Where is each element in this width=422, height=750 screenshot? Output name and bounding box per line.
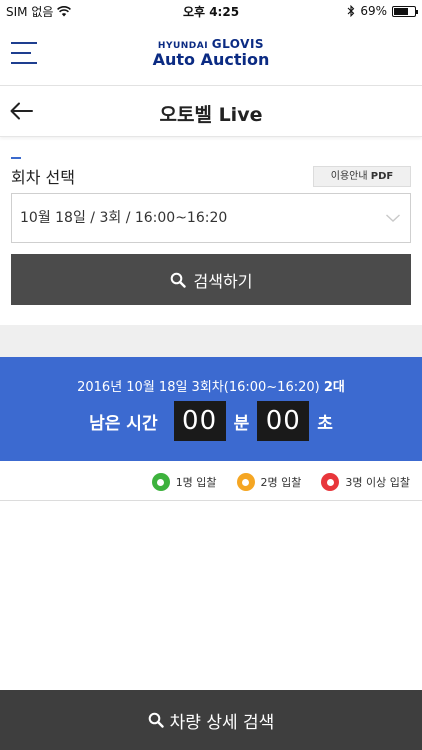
seconds-unit: 초 bbox=[317, 413, 333, 434]
remaining-time-label: 남은 시간 bbox=[89, 413, 158, 434]
logo-top: HYUNDAI GLOVIS bbox=[0, 37, 422, 51]
legend-item-three-plus-bidders: 3명 이상 입찰 bbox=[321, 473, 410, 491]
carrier-text: SIM 없음 bbox=[6, 4, 54, 19]
status-right: 69% bbox=[347, 4, 418, 18]
wifi-icon bbox=[57, 5, 72, 16]
round-dropdown-value: 10월 18일 / 3회 / 16:00~16:20 bbox=[20, 210, 228, 226]
legend-item-two-bidders: 2명 입찰 bbox=[236, 473, 302, 491]
round-select-label: 회차 선택 bbox=[11, 168, 75, 187]
vehicle-detail-search-button[interactable]: 차량 상세 검색 bbox=[0, 690, 422, 750]
legend-label: 2명 입찰 bbox=[260, 476, 302, 489]
minutes-unit: 분 bbox=[233, 413, 250, 434]
battery-icon bbox=[392, 5, 418, 17]
search-icon bbox=[170, 272, 186, 288]
logo-name: GLOVIS bbox=[211, 37, 265, 51]
bluetooth-icon bbox=[347, 5, 355, 17]
guide-pdf-prefix: 이용안내 bbox=[330, 171, 368, 182]
section-accent bbox=[11, 157, 21, 159]
orange-dot-icon bbox=[236, 473, 255, 491]
page-title: 오토벨 Live bbox=[159, 104, 263, 126]
vehicle-list-area bbox=[0, 500, 422, 692]
status-left: SIM 없음 bbox=[6, 3, 72, 20]
battery-fill bbox=[394, 7, 408, 15]
guide-pdf-button[interactable]: 이용안내 PDF bbox=[313, 166, 411, 187]
glovis-logo[interactable]: HYUNDAI GLOVIS Auto Auction bbox=[0, 37, 422, 69]
logo-subtitle: Auto Auction bbox=[152, 50, 270, 69]
section-divider bbox=[0, 325, 422, 357]
guide-pdf-suffix: PDF bbox=[370, 171, 394, 182]
round-dropdown[interactable]: 10월 18일 / 3회 / 16:00~16:20 bbox=[11, 193, 411, 243]
status-bar: SIM 없음 오후 4:25 69% bbox=[0, 0, 422, 22]
search-button-label: 검색하기 bbox=[193, 271, 253, 291]
auction-date-round: 2016년 10월 18일 3회차(16:00~16:20) bbox=[77, 380, 320, 395]
app-header: HYUNDAI GLOVIS Auto Auction bbox=[0, 22, 422, 86]
search-button[interactable]: 검색하기 bbox=[11, 254, 411, 305]
search-icon bbox=[148, 712, 164, 728]
legend-item-one-bidder: 1명 입찰 bbox=[151, 473, 217, 491]
red-dot-icon bbox=[321, 473, 340, 491]
minutes-display: 00 bbox=[173, 401, 226, 441]
auction-timer-panel: 2016년 10월 18일 3회차(16:00~16:20) 2대 남은 시간 … bbox=[0, 357, 422, 461]
detail-search-label: 차량 상세 검색 bbox=[169, 712, 275, 733]
seconds-display: 00 bbox=[257, 401, 310, 441]
legend-label: 1명 입찰 bbox=[175, 476, 217, 489]
title-bar: 오토벨 Live bbox=[0, 87, 422, 137]
green-dot-icon bbox=[151, 473, 170, 491]
bid-legend: 1명 입찰 2명 입찰 3명 이상 입찰 bbox=[0, 470, 422, 494]
remaining-time-row: 남은 시간 00 분 00 초 bbox=[0, 401, 422, 441]
auction-vehicle-count: 2대 bbox=[323, 380, 345, 395]
battery-percent: 69% bbox=[360, 4, 387, 18]
auction-info: 2016년 10월 18일 3회차(16:00~16:20) 2대 bbox=[0, 376, 422, 395]
chevron-down-icon bbox=[386, 214, 400, 222]
legend-label: 3명 이상 입찰 bbox=[345, 476, 410, 489]
